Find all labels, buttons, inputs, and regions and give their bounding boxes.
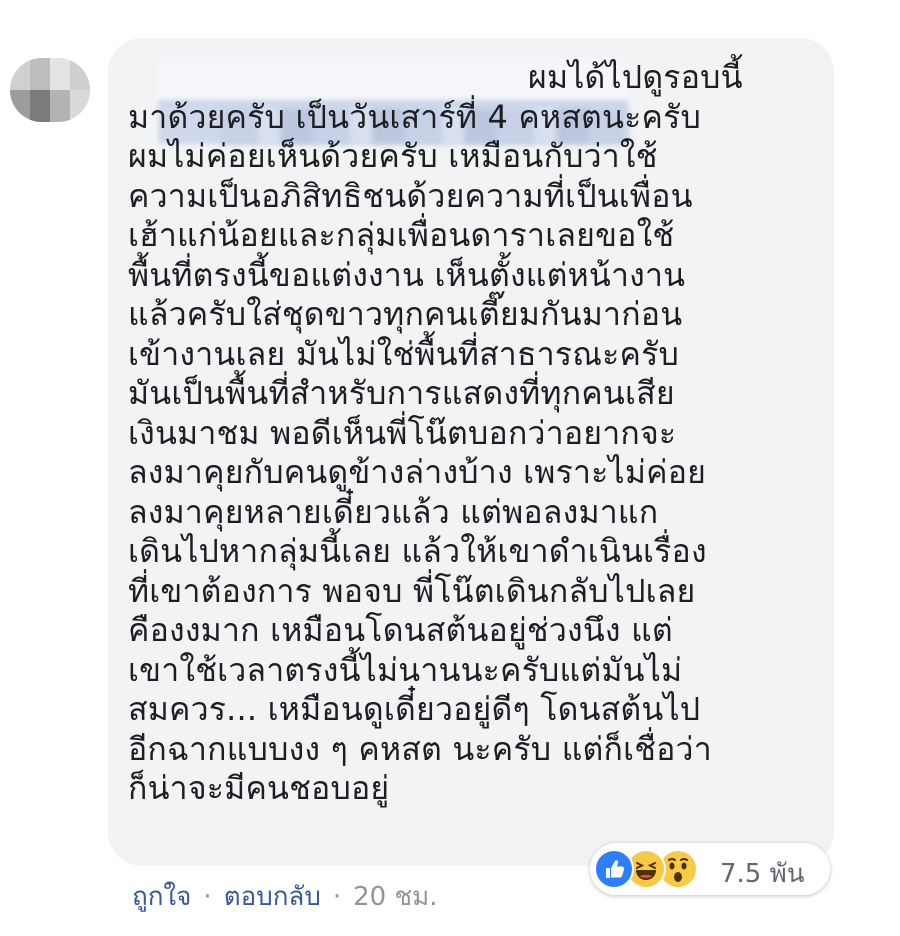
comment-text: ผมได้ไปดูรอบนี้ มาด้วยครับ เป็นวันเสาร์ท… — [128, 58, 828, 809]
separator-dot: · — [332, 882, 342, 912]
comment-line: ผมไม่ค่อยเห็นด้วยครับ เหมือนกับว่าใช้ — [128, 137, 658, 175]
comment-line: เดินไปหากลุ่มนี้เลย แล้วให้เขาดำเนินเรื่… — [128, 532, 707, 570]
separator-dot: · — [203, 882, 212, 912]
comment-line: คืองงมาก เหมือนโดนสต้นอยู่ช่วงนึง แต่ — [128, 611, 673, 649]
comment-line: ที่เขาต้องการ พอจบ พี่โน๊ตเดินกลับไปเลย — [128, 571, 696, 610]
comment-line: เฮ้าแก่น้อยและกลุ่มเพื่อนดาราเลยขอใช้ — [128, 216, 675, 254]
comment-line: ก็น่าจะมีคนชอบอยู่ — [128, 769, 390, 807]
commenter-avatar[interactable] — [10, 58, 90, 122]
comment-line: สมควร... เหมือนดูเดี๋ยวอยู่ดีๆ โดนสต้นไป — [128, 690, 701, 728]
like-link[interactable]: ถูกใจ — [132, 882, 191, 912]
comment-line: ลงมาคุยหลายเดี๋ยวแล้ว แต่พอลงมาแก — [128, 492, 659, 531]
timestamp[interactable]: 20 ชม. — [353, 882, 437, 912]
comment-actions: ถูกใจ · ตอบกลับ · 20 ชม. — [132, 876, 438, 917]
comment-line: เงินมาชม พอดีเห็นพี่โน๊ตบอกว่าอยากจะ — [128, 413, 677, 452]
comment-line: มันเป็นพื้นที่สำหรับการแสดงที่ทุกคนเสีย — [128, 374, 675, 412]
like-icon — [594, 849, 634, 889]
comment-line: แล้วครับใส่ชุดขาวทุกคนเตี๊ยมกันมาก่อน — [128, 295, 683, 333]
comment-line: ลงมาคุยกับคนดูข้างล่างบ้าง เพราะไม่ค่อย — [128, 453, 707, 491]
comment-line: เขาใช้เวลาตรงนี้ไม่นานนะครับแต่มันไม่ — [128, 650, 683, 689]
reactions-summary[interactable]: 7.5 พัน — [590, 843, 830, 895]
comment-line: อีกฉากแบบงง ๆ คหสต นะครับ แต่ก็เชื่อว่า — [128, 729, 712, 768]
comment-line: พื้นที่ตรงนี้ขอแต่งงาน เห็นตั้งแต่หน้างา… — [128, 255, 686, 294]
comment-line: ความเป็นอภิสิทธิชนด้วยความที่เป็นเพื่อน — [128, 176, 693, 215]
comment-line: เข้างานเลย มันไม่ใช่พื้นที่สาธารณะครับ — [128, 334, 680, 373]
comment-line: ผมได้ไปดูรอบนี้ — [528, 58, 743, 96]
comment-line: มาด้วยครับ เป็นวันเสาร์ที่ 4 คหสตนะครับ — [128, 97, 702, 136]
reaction-count: 7.5 พัน — [720, 859, 805, 889]
reply-link[interactable]: ตอบกลับ — [224, 882, 321, 912]
